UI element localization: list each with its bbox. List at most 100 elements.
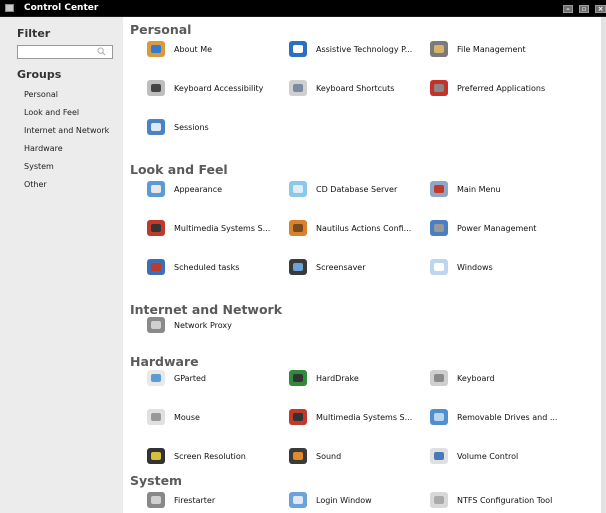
keyboard-accessibility-icon [145, 77, 167, 99]
item-label: Windows [457, 262, 493, 272]
settings-panel: Personal Look and Feel Internet and Netw… [123, 17, 601, 513]
about-me-icon [145, 38, 167, 60]
item-file-management[interactable]: File Management [428, 38, 526, 60]
firestarter-icon [145, 489, 167, 511]
multimedia-icon [287, 406, 309, 428]
item-appearance[interactable]: Appearance [145, 178, 222, 200]
item-label: NTFS Configuration Tool [457, 495, 553, 505]
item-power-management[interactable]: Power Management [428, 217, 536, 239]
group-item-look-and-feel[interactable]: Look and Feel [24, 108, 79, 117]
item-cd-database-server[interactable]: CD Database Server [287, 178, 397, 200]
item-label: Firestarter [174, 495, 216, 505]
volume-control-icon [428, 445, 450, 467]
screensaver-icon [287, 256, 309, 278]
item-main-menu[interactable]: Main Menu [428, 178, 501, 200]
minimize-button[interactable]: – [563, 5, 573, 13]
item-harddrake[interactable]: HardDrake [287, 367, 359, 389]
accessibility-icon [287, 38, 309, 60]
item-label: Volume Control [457, 451, 519, 461]
item-network-proxy[interactable]: Network Proxy [145, 314, 232, 336]
item-label: Power Management [457, 223, 537, 233]
multimedia-icon [145, 217, 167, 239]
item-mouse[interactable]: Mouse [145, 406, 200, 428]
item-label: GParted [174, 373, 206, 383]
item-screensaver[interactable]: Screensaver [287, 256, 366, 278]
item-multimedia-systems-s[interactable]: Multimedia Systems S... [287, 406, 412, 428]
control-center-icon [5, 4, 14, 12]
section-title-system: System [130, 473, 183, 488]
item-windows[interactable]: Windows [428, 256, 493, 278]
gparted-icon [145, 367, 167, 389]
group-item-other[interactable]: Other [24, 180, 47, 189]
group-item-internet-and-network[interactable]: Internet and Network [24, 126, 109, 135]
item-multimedia-systems-s[interactable]: Multimedia Systems S... [145, 217, 270, 239]
file-management-icon [428, 38, 450, 60]
item-nautilus-actions-confi[interactable]: Nautilus Actions Confi... [287, 217, 411, 239]
item-keyboard-accessibility[interactable]: Keyboard Accessibility [145, 77, 263, 99]
item-label: Appearance [174, 184, 223, 194]
item-keyboard-shortcuts[interactable]: Keyboard Shortcuts [287, 77, 394, 99]
item-label: Preferred Applications [457, 83, 546, 93]
item-label: Mouse [174, 412, 200, 422]
item-sessions[interactable]: Sessions [145, 116, 209, 138]
scrollbar[interactable] [601, 17, 606, 513]
group-item-personal[interactable]: Personal [24, 90, 58, 99]
item-label: Scheduled tasks [174, 262, 240, 272]
window-title: Control Center [24, 3, 99, 13]
item-removable-drives-and[interactable]: Removable Drives and ... [428, 406, 557, 428]
item-scheduled-tasks[interactable]: Scheduled tasks [145, 256, 239, 278]
sidebar: Filter Groups Personal Look and Feel Int… [0, 17, 123, 513]
item-volume-control[interactable]: Volume Control [428, 445, 518, 467]
mouse-icon [145, 406, 167, 428]
section-title-look-and-feel: Look and Feel [130, 162, 228, 177]
filter-heading: Filter [17, 27, 51, 40]
item-label: Keyboard Shortcuts [316, 83, 395, 93]
close-button[interactable]: × [595, 5, 606, 13]
item-label: Removable Drives and ... [457, 412, 558, 422]
network-proxy-icon [145, 314, 167, 336]
cd-database-icon [287, 178, 309, 200]
ntfs-config-icon [428, 489, 450, 511]
item-label: Screensaver [316, 262, 366, 272]
group-item-hardware[interactable]: Hardware [24, 144, 63, 153]
item-ntfs-configuration-tool[interactable]: NTFS Configuration Tool [428, 489, 552, 511]
sound-icon [287, 445, 309, 467]
sessions-icon [145, 116, 167, 138]
nautilus-actions-icon [287, 217, 309, 239]
item-preferred-applications[interactable]: Preferred Applications [428, 77, 545, 99]
item-about-me[interactable]: About Me [145, 38, 212, 60]
item-label: Multimedia Systems S... [316, 412, 413, 422]
item-keyboard[interactable]: Keyboard [428, 367, 495, 389]
item-gparted[interactable]: GParted [145, 367, 206, 389]
item-label: Assistive Technology P... [316, 44, 413, 54]
preferred-applications-icon [428, 77, 450, 99]
login-window-icon [287, 489, 309, 511]
item-login-window[interactable]: Login Window [287, 489, 372, 511]
item-sound[interactable]: Sound [287, 445, 341, 467]
item-label: HardDrake [316, 373, 359, 383]
item-label: Sound [316, 451, 342, 461]
item-label: Login Window [316, 495, 372, 505]
keyboard-shortcuts-icon [287, 77, 309, 99]
power-management-icon [428, 217, 450, 239]
keyboard-icon [428, 367, 450, 389]
search-icon [97, 47, 106, 56]
maximize-button[interactable]: ▫ [579, 5, 589, 13]
item-label: Main Menu [457, 184, 501, 194]
removable-drives-icon [428, 406, 450, 428]
scheduled-tasks-icon [145, 256, 167, 278]
screen-resolution-icon [145, 445, 167, 467]
windows-icon [428, 256, 450, 278]
item-label: Screen Resolution [174, 451, 246, 461]
item-firestarter[interactable]: Firestarter [145, 489, 215, 511]
item-label: File Management [457, 44, 526, 54]
window-titlebar[interactable]: Control Center – ▫ × [0, 0, 606, 16]
item-label: Nautilus Actions Confi... [316, 223, 412, 233]
item-label: Keyboard [457, 373, 495, 383]
item-screen-resolution[interactable]: Screen Resolution [145, 445, 246, 467]
item-label: About Me [174, 44, 213, 54]
item-label: CD Database Server [316, 184, 398, 194]
item-label: Keyboard Accessibility [174, 83, 264, 93]
item-assistive-technology-p[interactable]: Assistive Technology P... [287, 38, 412, 60]
group-item-system[interactable]: System [24, 162, 54, 171]
